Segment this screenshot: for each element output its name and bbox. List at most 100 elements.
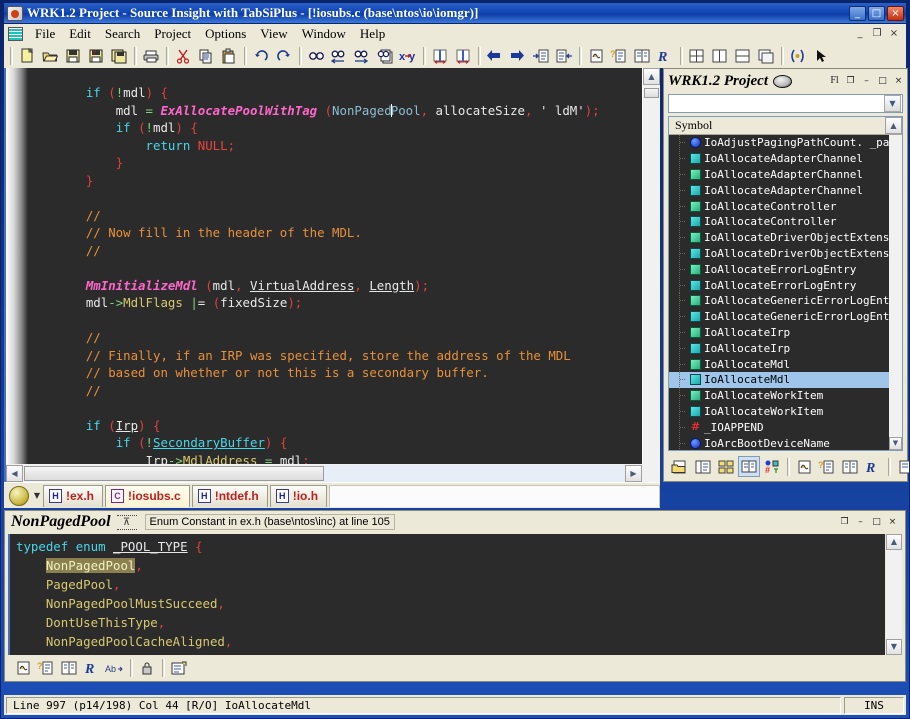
save-icon[interactable] [62,46,84,67]
file-tab[interactable]: H!ntdef.h [192,485,268,507]
save-all-icon[interactable] [108,46,130,67]
misc-icon[interactable] [894,456,910,477]
menu-options[interactable]: Options [198,24,253,44]
symbol-list-scroll-up[interactable]: ▲ [885,117,902,134]
chevron-down-icon[interactable]: ▼ [31,491,43,500]
horizontal-tile-icon[interactable] [709,46,731,67]
chevron-down-icon[interactable]: ▼ [884,95,901,112]
symbol-list-item[interactable]: IoAllocateAdapterChannel [669,182,889,198]
mdi-minimize-button[interactable]: _ [853,27,867,41]
browse-icon[interactable] [585,46,607,67]
symbol-list-item[interactable]: IoAllocateController [669,214,889,230]
symbol-list-item[interactable]: IoAllocateGenericErrorLogEntry [669,309,889,325]
symbol-list-item[interactable]: IoAllocateAdapterChannel [669,151,889,167]
outdent-icon[interactable] [553,46,575,67]
back-icon[interactable] [484,46,506,67]
maximize-button[interactable]: □ [868,6,885,21]
menu-file[interactable]: File [28,24,62,44]
context-close-button[interactable]: × [886,516,899,529]
scroll-up-arrow[interactable]: ▲ [643,68,660,85]
search-forward-icon[interactable] [351,46,373,67]
paste-icon[interactable] [218,46,240,67]
symbol-window-icon[interactable] [631,46,653,67]
tab-project-icon[interactable] [9,486,29,506]
symbol-list-item[interactable]: IoAllocateErrorLogEntry [669,261,889,277]
symbol-list-item[interactable]: IoArcBootDeviceName [669,435,889,450]
menu-view[interactable]: View [253,24,294,44]
search-files-icon[interactable] [374,46,396,67]
pointer-icon[interactable] [810,46,832,67]
indent-icon[interactable] [530,46,552,67]
word-wrap-icon[interactable]: Ab [104,658,126,679]
browse-icon[interactable] [12,658,34,679]
context-help-icon[interactable]: ? [608,46,630,67]
project-close-button[interactable]: × [892,75,905,88]
symbol-list-item[interactable]: IoAdjustPagingPathCount. _paging [669,135,889,151]
minimize-button[interactable]: _ [849,6,866,21]
syntax-icon[interactable] [787,46,809,67]
vertical-tile-icon[interactable] [732,46,754,67]
jump-to-next-icon[interactable] [452,46,474,67]
symbol-window-icon[interactable] [738,456,760,477]
project-minimize-button[interactable]: – [860,75,873,88]
relation-window-icon[interactable]: R [654,46,676,67]
symbol-list-item[interactable]: IoAllocateWorkItem [669,388,889,404]
context-help-icon[interactable]: ? [35,658,57,679]
close-button[interactable]: × [887,6,904,21]
context-restore-button[interactable]: ❐ [838,516,851,529]
symbol-list[interactable]: IoAdjustPagingPathCount. _pagingIoAlloca… [669,135,889,450]
mdi-restore-button[interactable]: ❐ [870,27,884,41]
project-window-icon[interactable] [692,456,714,477]
source-code-text[interactable]: if (!mdl) { mdl = ExAllocatePoolWithTag … [28,68,642,464]
symbol-list-item[interactable]: IoAllocateMdl [669,372,889,388]
redo-icon[interactable] [273,46,295,67]
file-tab[interactable]: H!io.h [270,485,327,507]
browse-icon[interactable] [793,456,815,477]
symbol-list-item[interactable]: IoAllocateDriverObjectExtension [669,246,889,262]
properties-icon[interactable] [168,658,190,679]
jump-to-prev-icon[interactable] [429,46,451,67]
project-restore-button[interactable]: ❐ [844,75,857,88]
project-maximize-button[interactable]: □ [876,75,889,88]
symbol-list-item[interactable]: IoAllocateController [669,198,889,214]
cascade-icon[interactable] [755,46,777,67]
lock-icon[interactable] [136,658,158,679]
copy-icon[interactable] [195,46,217,67]
replace-icon[interactable]: xy [397,46,419,67]
new-file-icon[interactable] [16,46,38,67]
cut-icon[interactable] [172,46,194,67]
context-maximize-button[interactable]: □ [870,516,883,529]
menu-help[interactable]: Help [353,24,392,44]
symbol-vertical-scrollbar[interactable]: ▼ [889,135,902,450]
editor-vertical-scrollbar[interactable]: ▲ [642,68,660,464]
context-help-icon[interactable]: ? [816,456,838,477]
reference-icon[interactable]: R [81,658,103,679]
tile-icon[interactable] [686,46,708,67]
editor-horizontal-scrollbar[interactable]: ◀ ▶ [6,464,642,482]
menu-project[interactable]: Project [147,24,198,44]
context-scroll-up-arrow[interactable]: ▲ [886,534,902,550]
symbol-class-icon[interactable]: # [761,456,783,477]
scroll-right-arrow[interactable]: ▶ [625,465,642,482]
symbol-list-item[interactable]: IoAllocateDriverObjectExtension [669,230,889,246]
context-code-text[interactable]: typedef enum _POOL_TYPE { NonPagedPool, … [8,534,885,655]
search-backward-icon[interactable] [328,46,350,67]
file-tab[interactable]: C!iosubs.c [105,485,190,507]
symbol-window-icon[interactable] [58,658,80,679]
mdi-close-button[interactable]: × [887,27,901,41]
context-minimize-button[interactable]: – [854,516,867,529]
file-list-icon[interactable] [715,456,737,477]
menu-window[interactable]: Window [295,24,353,44]
menu-edit[interactable]: Edit [62,24,98,44]
editor-vscroll-thumb[interactable] [644,88,659,98]
symbol-list-item[interactable]: IoAllocateMdl [669,356,889,372]
reference-icon[interactable] [839,456,861,477]
undo-icon[interactable] [250,46,272,67]
symbol-scroll-down-arrow[interactable]: ▼ [889,437,902,450]
relation-window-icon[interactable]: R [862,456,884,477]
file-tab[interactable]: H!ex.h [43,485,103,507]
menu-search[interactable]: Search [98,24,147,44]
symbol-list-item[interactable]: IoAllocateErrorLogEntry [669,277,889,293]
symbol-list-item[interactable]: #_IOAPPEND [669,419,889,435]
context-scroll-down-arrow[interactable]: ▼ [886,639,902,655]
